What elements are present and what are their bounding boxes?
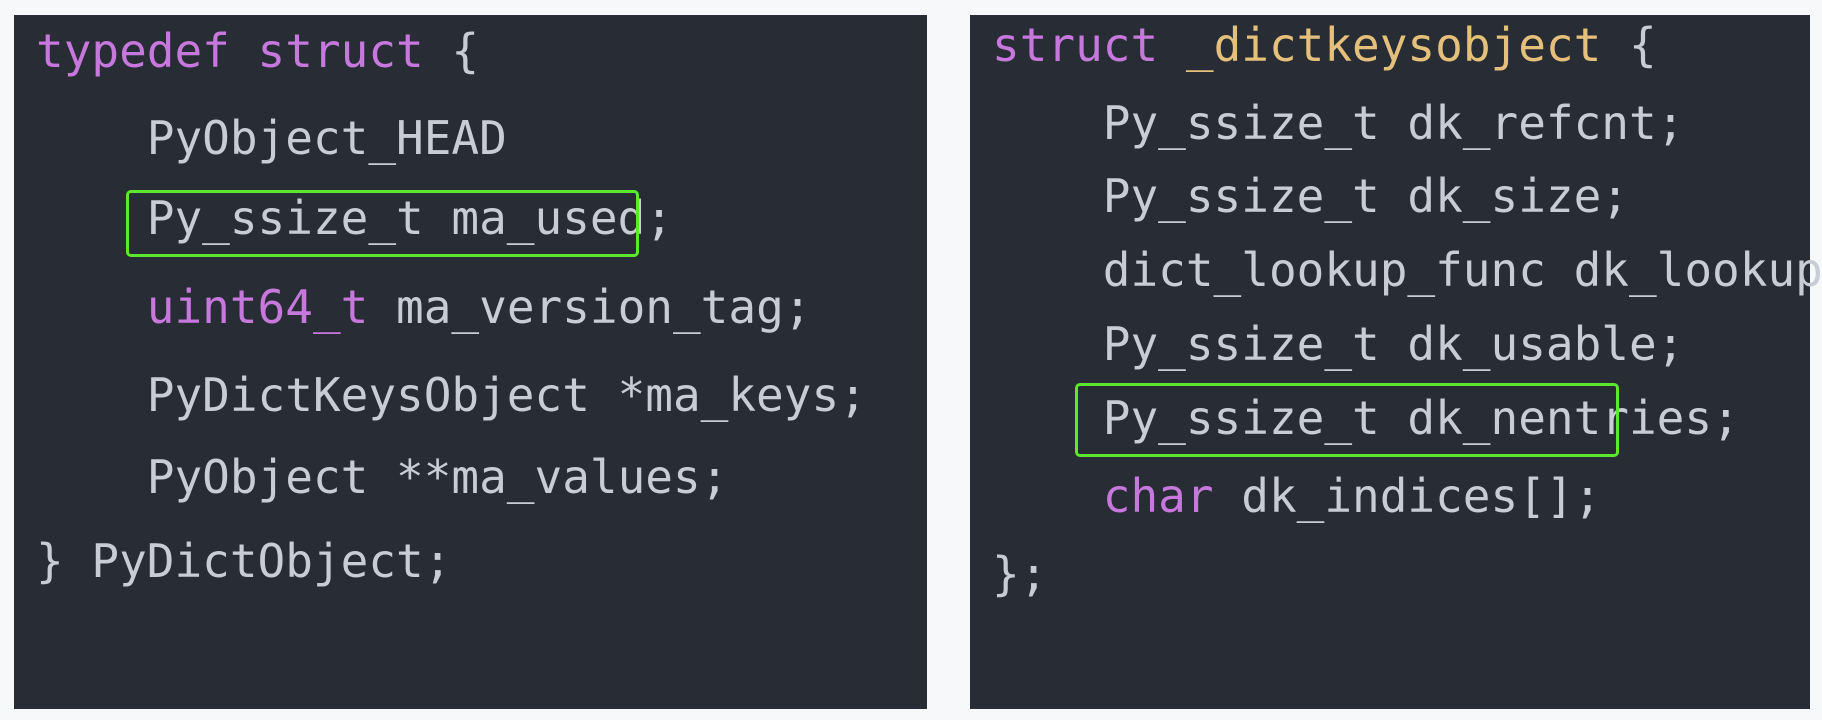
code-keyword: struct xyxy=(992,18,1159,72)
code-text: Py_ssize_t dk_refcnt; xyxy=(992,96,1685,150)
code-panel-right: struct _dictkeysobject { Py_ssize_t dk_r… xyxy=(970,15,1822,709)
code-line: Py_ssize_t dk_usable; xyxy=(970,314,1810,374)
code-text: dict_lookup_func dk_lookup; xyxy=(992,243,1822,297)
struct-name: _dictkeysobject xyxy=(1185,18,1602,72)
code-line: char dk_indices[]; xyxy=(970,466,1810,526)
code-text: Py_ssize_t dk_size; xyxy=(992,169,1629,223)
code-line: uint64_t ma_version_tag; xyxy=(14,277,927,337)
code-keyword: char xyxy=(1102,469,1214,523)
highlight-box xyxy=(126,190,639,257)
code-text: { xyxy=(423,24,480,78)
code-line: dict_lookup_func dk_lookup; xyxy=(970,240,1822,300)
code-text: } PyDictObject; xyxy=(36,534,452,588)
code-line: PyObject **ma_values; xyxy=(14,447,927,507)
code-line: Py_ssize_t dk_size; xyxy=(970,166,1810,226)
code-text: PyDictKeysObject *ma_keys; xyxy=(36,368,867,422)
code-line: Py_ssize_t dk_refcnt; xyxy=(970,93,1810,153)
code-line: }; xyxy=(970,544,1810,604)
code-line: } PyDictObject; xyxy=(14,531,927,591)
code-line: struct _dictkeysobject { xyxy=(970,15,1810,75)
code-text: dk_indices[]; xyxy=(1213,469,1602,523)
code-text: PyObject **ma_values; xyxy=(36,450,729,504)
code-keyword: uint64_t xyxy=(146,280,369,334)
code-line: PyDictKeysObject *ma_keys; xyxy=(14,365,927,425)
code-keyword: typedef struct xyxy=(36,24,424,78)
code-text: Py_ssize_t dk_usable; xyxy=(992,317,1685,371)
code-text: PyObject_HEAD xyxy=(36,111,507,165)
code-text: { xyxy=(1601,18,1657,72)
code-line: typedef struct { xyxy=(14,21,927,81)
code-text: ma_version_tag; xyxy=(368,280,812,334)
code-line: PyObject_HEAD xyxy=(14,108,927,168)
highlight-box xyxy=(1075,383,1619,457)
code-text: }; xyxy=(992,547,1048,601)
code-panel-left: typedef struct { PyObject_HEAD Py_ssize_… xyxy=(14,15,927,709)
